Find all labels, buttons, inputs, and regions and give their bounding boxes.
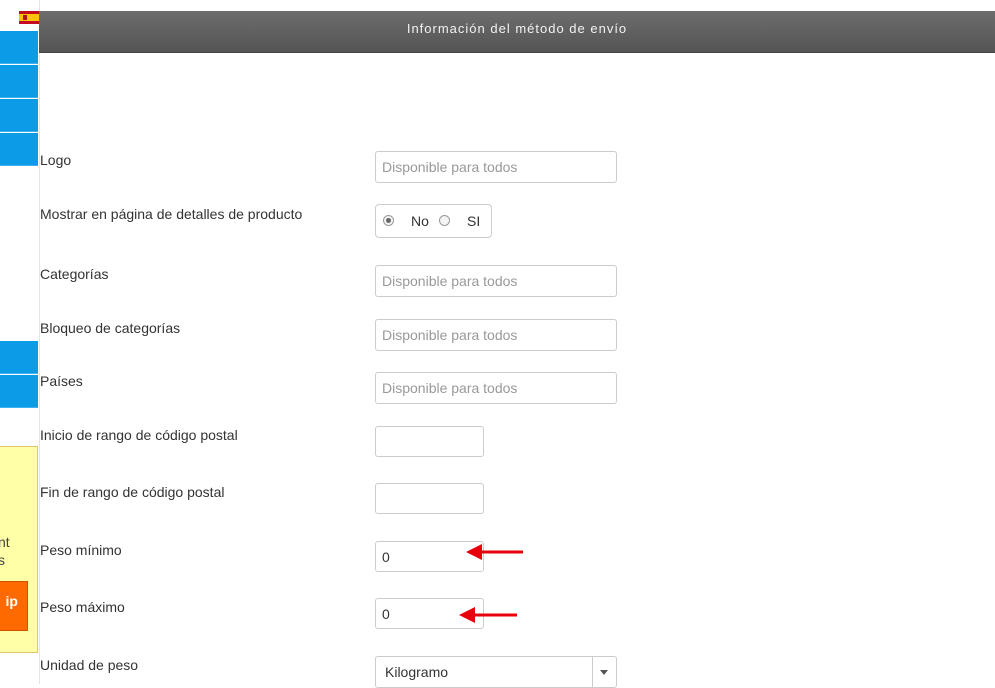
red-arrow-annotation-icon [466,544,523,560]
section-header: Información del método de envío [39,11,995,53]
spain-flag-icon[interactable] [19,11,39,24]
sidebar-nav-item-5[interactable] [0,341,38,374]
zip-start-input[interactable] [375,426,484,457]
radio-no[interactable] [383,215,394,226]
sidebar-nav-item-2[interactable] [0,65,38,98]
promo-box: nt s ip [0,446,38,653]
radio-no-label[interactable]: No [411,213,429,229]
radio-si[interactable] [439,215,450,226]
promo-text-line-1: nt [0,534,10,550]
weight-unit-selected-value: Kilogramo [385,664,449,680]
red-arrow-annotation-icon [459,607,517,623]
countries-label: Países [40,373,83,389]
category-block-label: Bloqueo de categorías [40,320,181,336]
page-title: Información del método de envío [406,21,628,36]
weight-min-label: Peso mínimo [40,542,122,558]
category-block-input[interactable] [375,319,617,351]
categories-label: Categorías [40,266,109,282]
sidebar-nav-item-1[interactable] [0,31,38,64]
zip-end-label: Fin de rango de código postal [40,484,225,500]
chevron-down-icon[interactable] [592,657,616,687]
show-on-product-page-label: Mostrar en página de detalles de product… [40,206,303,222]
radio-si-label[interactable]: SI [467,213,480,229]
promo-button[interactable]: ip [0,581,28,631]
zip-start-label: Inicio de rango de código postal [40,427,238,443]
weight-unit-select[interactable]: Kilogramo [375,656,617,688]
categories-input[interactable] [375,265,617,297]
zip-end-input[interactable] [375,483,484,514]
countries-input[interactable] [375,372,617,404]
sidebar-nav-item-4[interactable] [0,133,38,166]
logo-label: Logo [40,152,72,168]
promo-text-line-2: s [0,551,5,569]
sidebar-nav-item-3[interactable] [0,99,38,132]
logo-input[interactable] [375,151,617,183]
show-on-product-page-radio-group: No SI [375,204,492,238]
sidebar-nav-item-6[interactable] [0,375,38,408]
left-sidebar: nt s ip [0,0,40,684]
weight-unit-label: Unidad de peso [40,657,139,673]
weight-max-label: Peso máximo [40,599,125,615]
